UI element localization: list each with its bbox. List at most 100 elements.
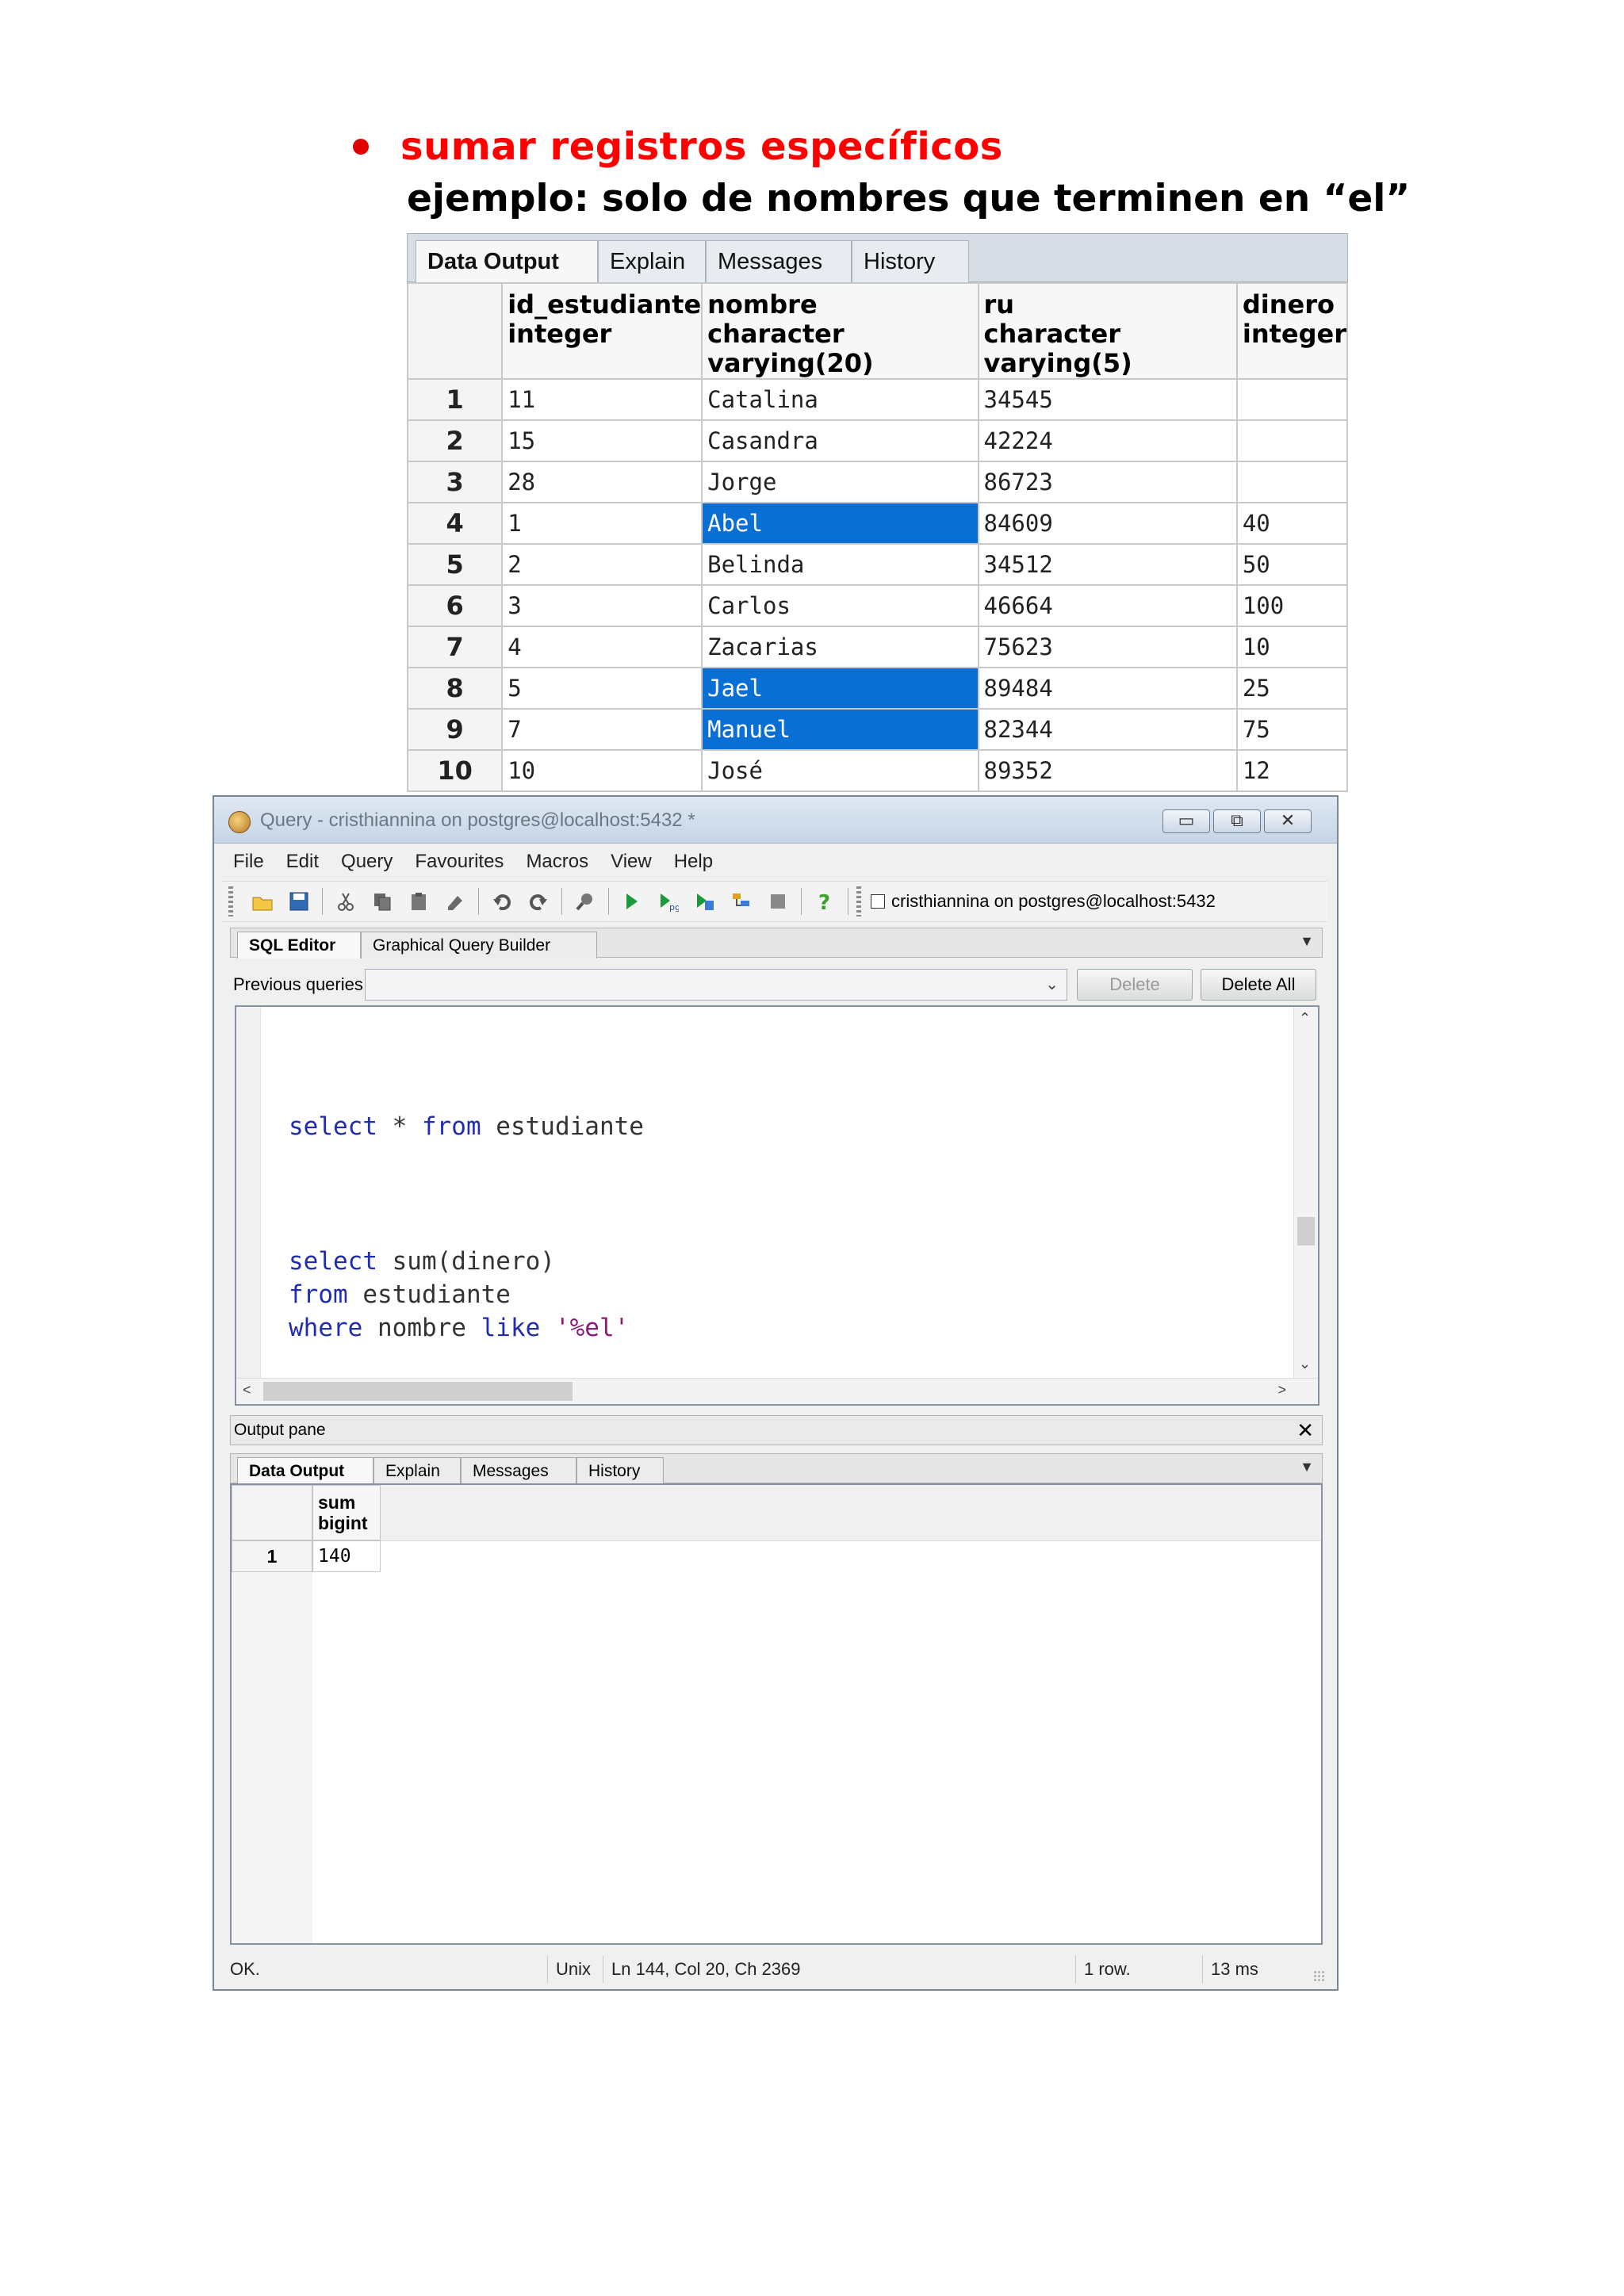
column-header[interactable]: dinero integer [1235,282,1349,380]
cell-id-estudiante[interactable]: 4 [501,626,703,668]
table-row[interactable]: 7 4 Zacarias 75623 10 [406,626,1349,668]
column-header[interactable]: nombre character varying(20) [701,282,979,380]
sql-editor[interactable]: select * from estudiante select sum(dine… [235,1005,1320,1406]
cell-id-estudiante[interactable]: 28 [501,461,703,503]
connection-selector[interactable]: cristhiannina on postgres@localhost:5432 [871,891,1216,912]
tab-sql-editor[interactable]: SQL Editor [237,932,361,959]
cell-dinero[interactable]: 25 [1235,667,1349,710]
table-row[interactable]: 10 10 José 89352 12 [406,749,1349,792]
chevron-down-icon[interactable]: ▼ [1300,933,1314,950]
menu-view[interactable]: View [611,851,652,873]
cell-nombre[interactable]: Jorge [701,461,979,503]
cell-ru[interactable]: 82344 [977,708,1238,751]
table-row[interactable]: 9 7 Manuel 82344 75 [406,708,1349,751]
close-icon[interactable]: ✕ [1297,1418,1314,1443]
vertical-scrollbar[interactable]: ⌃ ⌄ [1293,1007,1318,1380]
help-icon[interactable]: ? [813,890,837,913]
tab-messages[interactable]: Messages [706,240,852,283]
tab-messages[interactable]: Messages [461,1457,576,1484]
cell-dinero[interactable] [1235,378,1349,421]
tab-data-output[interactable]: Data Output [416,240,598,283]
paste-icon[interactable] [407,890,431,913]
cell-ru[interactable]: 84609 [977,502,1238,545]
execute-pgscript-icon[interactable]: pg [657,890,680,913]
cell-id-estudiante[interactable]: 3 [501,584,703,627]
undo-icon[interactable] [490,890,514,913]
tab-history[interactable]: History [576,1457,664,1484]
table-row[interactable]: 5 2 Belinda 34512 50 [406,543,1349,586]
toolbar-grip[interactable] [228,886,233,916]
cell-nombre[interactable]: Manuel [701,708,979,751]
chevron-down-icon[interactable]: ▼ [1300,1459,1314,1475]
toolbar-grip[interactable] [856,886,861,916]
table-row[interactable]: 6 3 Carlos 46664 100 [406,584,1349,627]
copy-icon[interactable] [370,890,394,913]
cell-dinero[interactable]: 100 [1235,584,1349,627]
cell-nombre[interactable]: Abel [701,502,979,545]
tab-history[interactable]: History [852,240,969,283]
cell-ru[interactable]: 34512 [977,543,1238,586]
cell-nombre[interactable]: Casandra [701,419,979,462]
cell-id-estudiante[interactable]: 15 [501,419,703,462]
cell-id-estudiante[interactable]: 11 [501,378,703,421]
tab-explain[interactable]: Explain [598,240,706,283]
column-header[interactable]: sum bigint [312,1485,381,1540]
cell-ru[interactable]: 42224 [977,419,1238,462]
title-bar[interactable]: Query - cristhiannina on postgres@localh… [214,797,1337,844]
table-row[interactable]: 8 5 Jael 89484 25 [406,667,1349,710]
cell-dinero[interactable]: 12 [1235,749,1349,792]
cell-id-estudiante[interactable]: 5 [501,667,703,710]
cell-id-estudiante[interactable]: 1 [501,502,703,545]
open-icon[interactable] [251,890,274,913]
delete-all-button[interactable]: Delete All [1201,969,1316,1001]
table-row[interactable]: 2 15 Casandra 42224 [406,419,1349,462]
tab-graphical-query-builder[interactable]: Graphical Query Builder [361,932,597,959]
cell-nombre[interactable]: Jael [701,667,979,710]
stop-icon[interactable] [766,890,790,913]
connection-checkbox[interactable] [871,894,885,909]
scroll-thumb[interactable] [1297,1217,1315,1246]
tab-data-output[interactable]: Data Output [237,1457,373,1484]
minimize-button[interactable]: ▭ [1162,809,1210,833]
cell-nombre[interactable]: Catalina [701,378,979,421]
cell-id-estudiante[interactable]: 10 [501,749,703,792]
clear-icon[interactable] [443,890,467,913]
cell-ru[interactable]: 46664 [977,584,1238,627]
tab-explain[interactable]: Explain [373,1457,461,1484]
delete-button[interactable]: Delete [1077,969,1193,1001]
cell-ru[interactable]: 86723 [977,461,1238,503]
close-window-button[interactable]: ✕ [1264,809,1312,833]
column-header[interactable]: ru character varying(5) [977,282,1238,380]
menu-macros[interactable]: Macros [526,851,588,873]
cell-nombre[interactable]: Carlos [701,584,979,627]
horizontal-scrollbar[interactable]: < > [236,1378,1318,1404]
table-row[interactable]: 4 1 Abel 84609 40 [406,502,1349,545]
resize-grip[interactable] [1313,1970,1326,1983]
menu-help[interactable]: Help [674,851,713,873]
cell-ru[interactable]: 89484 [977,667,1238,710]
redo-icon[interactable] [527,890,550,913]
column-header[interactable]: id_estudiante integer [501,282,703,380]
table-row[interactable]: 1 11 Catalina 34545 [406,378,1349,421]
menu-edit[interactable]: Edit [286,851,319,873]
cell-nombre[interactable]: Zacarias [701,626,979,668]
scroll-left-icon[interactable]: < [243,1382,251,1399]
cell-nombre[interactable]: Belinda [701,543,979,586]
table-row[interactable]: 3 28 Jorge 86723 [406,461,1349,503]
result-cell[interactable]: 140 [312,1540,381,1572]
execute-to-file-icon[interactable] [693,890,717,913]
scroll-down-icon[interactable]: ⌄ [1299,1356,1311,1372]
maximize-button[interactable]: ⧉ [1213,809,1261,833]
cell-dinero[interactable]: 50 [1235,543,1349,586]
menu-file[interactable]: File [233,851,264,873]
cell-dinero[interactable]: 75 [1235,708,1349,751]
cell-nombre[interactable]: José [701,749,979,792]
save-icon[interactable] [287,890,311,913]
explain-icon[interactable] [730,890,753,913]
cell-dinero[interactable] [1235,461,1349,503]
find-icon[interactable] [573,890,597,913]
execute-icon[interactable] [620,890,644,913]
cell-dinero[interactable] [1235,419,1349,462]
cut-icon[interactable] [334,890,358,913]
scroll-thumb[interactable] [263,1382,573,1401]
